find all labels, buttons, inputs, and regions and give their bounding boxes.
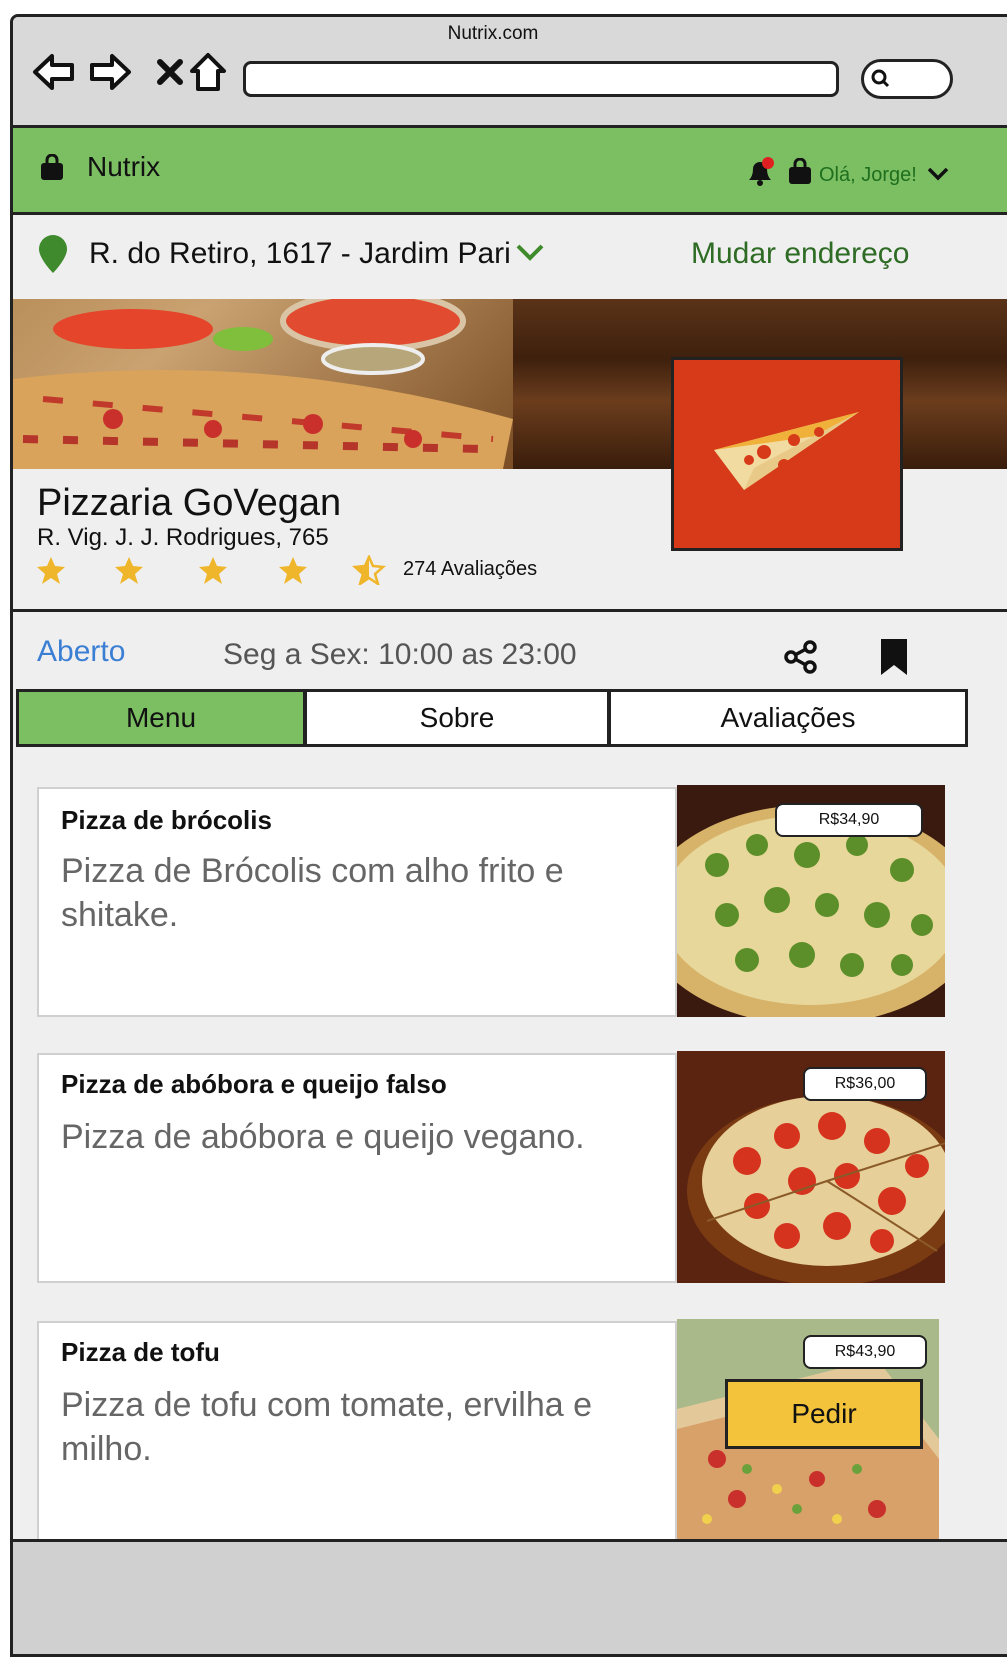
menu-item-description: Pizza de abóbora e queijo vegano. — [61, 1118, 585, 1156]
star-icon — [37, 557, 65, 584]
search-icon — [871, 69, 890, 88]
chevron-down-icon[interactable] — [927, 166, 949, 182]
menu-item-title: Pizza de tofu — [61, 1337, 220, 1367]
open-status: Aberto — [37, 635, 126, 668]
rating-stars — [35, 553, 395, 590]
star-icon — [115, 557, 143, 584]
star-icon — [279, 557, 307, 584]
browser-window: Nutrix.com Nutrix Olá, Jorge! R. do Reti… — [10, 14, 1007, 1657]
browser-site-title: Nutrix.com — [447, 23, 539, 44]
home-icon[interactable] — [185, 49, 231, 95]
back-icon[interactable] — [31, 49, 77, 95]
search-input[interactable] — [861, 59, 953, 99]
tab-sobre[interactable]: Sobre — [304, 689, 610, 747]
order-button[interactable]: Pedir — [725, 1379, 923, 1449]
delivery-address-bar: R. do Retiro, 1617 - Jardim Pari Mudar e… — [13, 215, 1007, 299]
cart-bag-icon[interactable] — [787, 158, 813, 186]
menu-item-card[interactable]: Pizza de abóbora e queijo falso Pizza de… — [37, 1053, 677, 1283]
menu-item-description: Pizza de tofu com tomate, ervilha e milh… — [61, 1386, 593, 1468]
share-icon[interactable] — [783, 639, 819, 675]
notifications-icon[interactable] — [745, 156, 775, 193]
tab-menu[interactable]: Menu — [16, 689, 306, 747]
tab-bar: Menu Sobre Avaliações — [16, 689, 1007, 751]
address-input[interactable] — [243, 61, 839, 97]
price-tag: R$43,90 — [803, 1335, 927, 1369]
user-greeting[interactable]: Olá, Jorge! — [819, 164, 917, 187]
star-icon — [199, 557, 227, 584]
browser-status-bar — [13, 1539, 1007, 1657]
menu-item-description: Pizza de Brócolis com alho frito e shita… — [61, 852, 564, 934]
restaurant-address: R. Vig. J. J. Rodrigues, 765 — [37, 524, 329, 551]
restaurant-logo — [671, 357, 903, 551]
half-star-icon — [352, 553, 386, 587]
bookmark-icon[interactable] — [879, 637, 909, 677]
menu-item-title: Pizza de abóbora e queijo falso — [61, 1069, 447, 1099]
brand-name: Nutrix — [87, 151, 161, 182]
divider — [13, 609, 1007, 612]
location-pin-icon — [39, 235, 67, 273]
tab-avaliacoes[interactable]: Avaliações — [608, 689, 968, 747]
price-tag: R$36,00 — [803, 1067, 927, 1101]
banner-photo — [13, 299, 513, 469]
address-chevron-icon[interactable] — [515, 243, 545, 263]
price-tag: R$34,90 — [775, 803, 923, 837]
shopping-bag-icon — [41, 154, 63, 180]
opening-hours: Seg a Sex: 10:00 as 23:00 — [223, 638, 577, 671]
browser-chrome: Nutrix.com — [13, 17, 1007, 128]
restaurant-name: Pizzaria GoVegan — [37, 482, 342, 524]
menu-item-title: Pizza de brócolis — [61, 805, 272, 835]
reviews-count[interactable]: 274 Avaliações — [403, 558, 537, 581]
change-address-link[interactable]: Mudar endereço — [691, 237, 909, 271]
app-header: Nutrix Olá, Jorge! — [13, 128, 1007, 215]
forward-icon[interactable] — [87, 49, 133, 95]
resize-handle-icon[interactable] — [933, 1652, 959, 1657]
menu-item-card[interactable]: Pizza de brócolis Pizza de Brócolis com … — [37, 787, 677, 1017]
menu-item-card[interactable]: Pizza de tofu Pizza de tofu com tomate, … — [37, 1321, 677, 1541]
delivery-address[interactable]: R. do Retiro, 1617 - Jardim Pari — [89, 237, 511, 271]
